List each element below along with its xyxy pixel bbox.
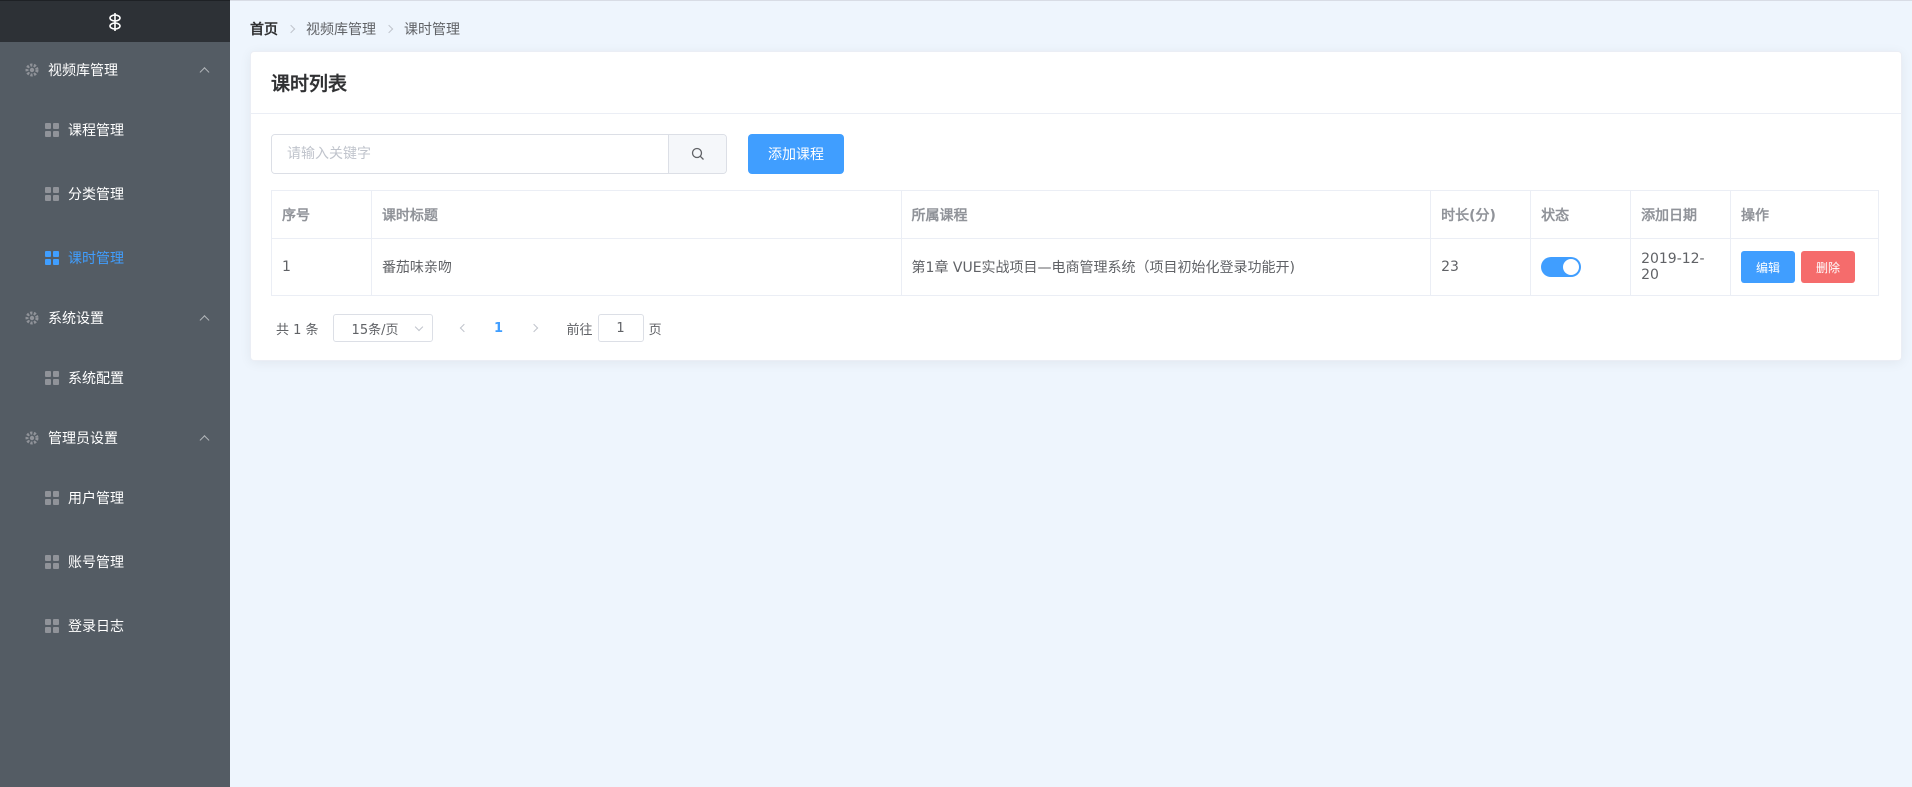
gear-icon [24,430,40,446]
sidebar-item-course-management[interactable]: 课程管理 [0,98,230,162]
logo-icon [109,12,121,31]
sidebar-item-label: 课程管理 [68,123,124,139]
gear-icon [24,62,40,78]
cell-status [1530,238,1632,296]
column-header-duration: 时长(分) [1430,190,1532,239]
grid-icon [45,123,59,137]
column-header-course: 所属课程 [900,190,1432,239]
grid-icon [45,619,59,633]
chevron-up-icon [199,315,210,326]
column-header-index: 序号 [271,190,372,239]
cell-date: 2019-12-20 [1630,238,1732,296]
sidebar-item-category-management[interactable]: 分类管理 [0,162,230,226]
menu-group-system-settings[interactable]: 系统设置 [0,290,230,346]
grid-icon [45,555,59,569]
chevron-right-icon [529,323,538,333]
column-header-title: 课时标题 [370,190,902,239]
table-header-row: 序号 课时标题 所属课程 时长(分) 状态 添加日期 操作 [271,190,1879,239]
menu-group-label: 管理员设置 [48,431,118,447]
page-number[interactable]: 1 [479,314,519,342]
menu-group-label: 视频库管理 [48,63,118,79]
gear-icon [24,310,40,326]
cell-actions: 编辑 删除 [1730,238,1879,296]
breadcrumb-home[interactable]: 首页 [250,19,278,39]
cell-title: 番茄味亲吻 [370,238,902,296]
edit-button[interactable]: 编辑 [1741,251,1796,283]
sidebar-item-login-log[interactable]: 登录日志 [0,594,230,658]
lesson-list-card: 课时列表 添加课程 序号 课时标题 所属课程 时长(分) 状态 [250,51,1902,361]
sidebar-item-label: 用户管理 [68,491,124,507]
logo[interactable] [0,0,230,42]
sidebar-item-label: 账号管理 [68,555,124,571]
sidebar-item-label: 系统配置 [68,371,124,387]
page-jump: 前往 页 [567,314,662,342]
cell-duration: 23 [1430,238,1532,296]
prev-page-button[interactable] [449,314,479,342]
sidebar-item-label: 课时管理 [68,251,124,267]
sidebar-item-system-config[interactable]: 系统配置 [0,346,230,410]
menu-group-admin-settings[interactable]: 管理员设置 [0,410,230,466]
toolbar: 添加课程 [271,134,844,174]
pagination: 共 1 条 15条/页 1 前往 页 [276,314,662,342]
page-jump-input[interactable] [597,314,644,342]
chevron-down-icon [414,322,423,332]
breadcrumb-video-library: 视频库管理 [306,22,376,38]
sidebar-item-account-management[interactable]: 账号管理 [0,530,230,594]
table-row: 1 番茄味亲吻 第1章 VUE实战项目—电商管理系统（项目初始化登录功能开) 2… [271,238,1879,296]
page-size-value: 15条/页 [351,322,399,338]
cell-index: 1 [271,238,372,296]
chevron-right-icon [286,24,296,34]
page-size-select[interactable]: 15条/页 [332,314,433,342]
column-header-actions: 操作 [1730,190,1879,239]
main-content: 首页 视频库管理 课时管理 课时列表 添加课程 序号 课时标题 [230,0,1912,787]
sidebar-item-label: 登录日志 [68,619,124,635]
grid-icon [45,491,59,505]
card-title: 课时列表 [251,52,1901,114]
column-header-date: 添加日期 [1630,190,1732,239]
next-page-button[interactable] [519,314,549,342]
chevron-up-icon [199,435,210,446]
search-input[interactable] [272,135,668,173]
status-toggle[interactable] [1541,257,1582,277]
pagination-total: 共 1 条 [276,322,319,338]
menu-group-video-library[interactable]: 视频库管理 [0,42,230,98]
chevron-right-icon [384,24,394,34]
grid-icon [45,251,59,265]
chevron-left-icon [459,323,468,333]
grid-icon [45,371,59,385]
grid-icon [45,187,59,201]
chevron-up-icon [199,67,210,78]
delete-button[interactable]: 删除 [1801,251,1856,283]
lesson-table: 序号 课时标题 所属课程 时长(分) 状态 添加日期 操作 1 番茄味亲吻 第1… [271,190,1879,296]
sidebar: 视频库管理 课程管理 分类管理 课时管理 系统设置 系统配置 管理员设置 用户管… [0,0,230,787]
sidebar-item-label: 分类管理 [68,187,124,203]
sidebar-item-lesson-management[interactable]: 课时管理 [0,226,230,290]
search-icon [691,147,704,160]
page-jump-prefix: 前往 [566,322,593,338]
column-header-status: 状态 [1530,190,1632,239]
search-box [271,134,727,174]
breadcrumb: 首页 视频库管理 课时管理 [250,19,460,39]
page-jump-suffix: 页 [648,322,662,338]
menu-group-label: 系统设置 [48,311,104,327]
sidebar-item-user-management[interactable]: 用户管理 [0,466,230,530]
search-button[interactable] [668,135,726,173]
cell-course: 第1章 VUE实战项目—电商管理系统（项目初始化登录功能开) [900,238,1432,296]
breadcrumb-lesson-management: 课时管理 [404,22,460,38]
add-course-button[interactable]: 添加课程 [748,134,844,174]
